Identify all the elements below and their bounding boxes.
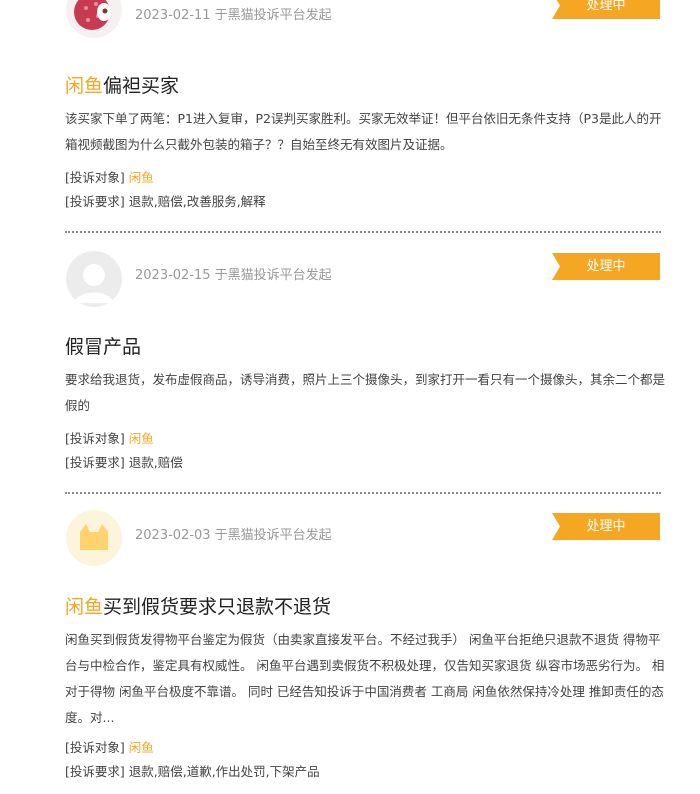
user-avatar[interactable] <box>66 0 122 38</box>
complaint-target: [投诉对象] 闲鱼 <box>65 167 154 186</box>
complaint-title[interactable]: 闲鱼偏袒买家 <box>65 71 179 98</box>
complaint-description: 闲鱼买到假货发得物平台鉴定为假货（由卖家直接发平台。不经过我手） 闲鱼平台拒绝只… <box>65 632 665 725</box>
divider <box>65 492 661 494</box>
status-badge: 处理中 <box>552 513 660 540</box>
complaint-description: 该买家下单了两笔：P1进入复审，P2误判买家胜利。买家无效举证！但平台依旧无条件… <box>65 111 662 152</box>
user-avatar[interactable] <box>66 510 122 566</box>
lychee-avatar-icon <box>66 0 122 38</box>
complaint-card: 2023-02-11 于黑猫投诉平台发起 处理中 闲鱼偏袒买家 该买家下单了两笔… <box>0 0 700 240</box>
request-value: 退款,赔偿 <box>128 455 183 470</box>
default-user-icon <box>66 251 122 307</box>
title-text[interactable]: 偏袒买家 <box>103 75 179 97</box>
target-label: [投诉对象] <box>65 170 125 185</box>
complaint-card: 2023-02-03 于黑猫投诉平台发起 处理中 闲鱼买到假货要求只退款不退货 … <box>0 500 700 794</box>
complaint-target: [投诉对象] 闲鱼 <box>65 737 154 756</box>
title-brand[interactable]: 闲鱼 <box>65 596 103 618</box>
post-meta: 2023-02-03 于黑猫投诉平台发起 <box>135 528 332 543</box>
complaint-request: [投诉要求] 退款,赔偿 <box>65 452 183 471</box>
title-text[interactable]: 买到假货要求只退款不退货 <box>103 596 331 618</box>
divider <box>65 231 661 233</box>
cat-avatar-icon <box>66 510 122 566</box>
complaint-title[interactable]: 闲鱼买到假货要求只退款不退货 <box>65 592 331 619</box>
target-value[interactable]: 闲鱼 <box>129 740 154 755</box>
target-label: [投诉对象] <box>65 740 125 755</box>
target-value[interactable]: 闲鱼 <box>129 170 154 185</box>
post-meta: 2023-02-11 于黑猫投诉平台发起 <box>135 8 332 23</box>
complaint-request: [投诉要求] 退款,赔偿,改善服务,解释 <box>65 191 266 210</box>
request-label: [投诉要求] <box>65 194 125 209</box>
title-brand[interactable]: 闲鱼 <box>65 75 103 97</box>
complaint-request: [投诉要求] 退款,赔偿,道歉,作出处罚,下架产品 <box>65 761 320 780</box>
request-label: [投诉要求] <box>65 764 125 779</box>
request-label: [投诉要求] <box>65 455 125 470</box>
title-text[interactable]: 假冒产品 <box>65 336 141 358</box>
target-label: [投诉对象] <box>65 431 125 446</box>
complaint-description: 要求给我退货，发布虚假商品，诱导消费，照片上三个摄像头，到家打开一看只有一个摄像… <box>65 372 666 413</box>
request-value: 退款,赔偿,道歉,作出处罚,下架产品 <box>128 764 320 779</box>
request-value: 退款,赔偿,改善服务,解释 <box>128 194 266 209</box>
complaint-title[interactable]: 假冒产品 <box>65 332 141 359</box>
target-value[interactable]: 闲鱼 <box>129 431 154 446</box>
complaint-target: [投诉对象] 闲鱼 <box>65 428 154 447</box>
complaint-card: 2023-02-15 于黑猫投诉平台发起 处理中 假冒产品 要求给我退货，发布虚… <box>0 240 700 500</box>
user-avatar[interactable] <box>66 251 122 307</box>
status-badge: 处理中 <box>552 253 660 280</box>
post-meta: 2023-02-15 于黑猫投诉平台发起 <box>135 268 332 283</box>
status-badge: 处理中 <box>552 0 660 19</box>
